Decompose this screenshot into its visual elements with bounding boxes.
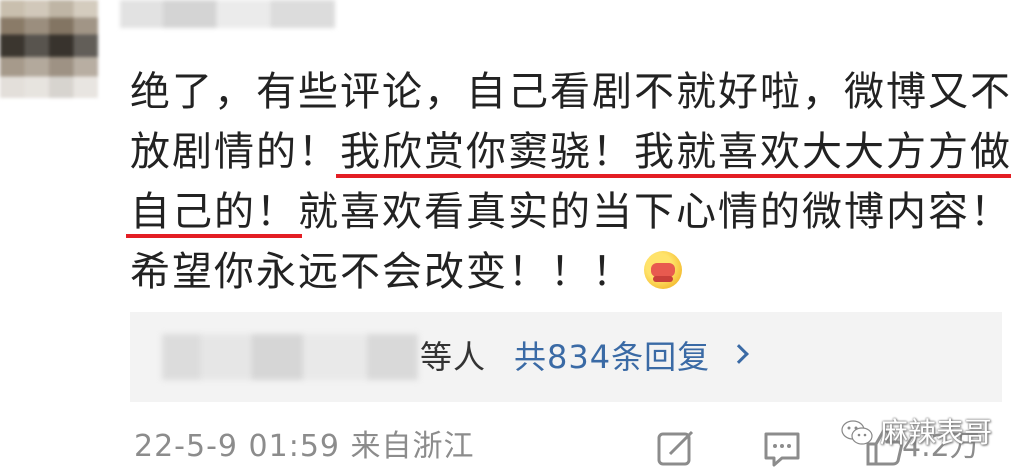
- location: 来自浙江: [350, 429, 475, 464]
- comment-line-3: 自己的！就喜欢看真实的当下心情的微博内容！: [126, 182, 1011, 242]
- comment-line-4: 希望你永远不会改变！！！: [130, 242, 1010, 302]
- comment-text: 绝了，有些评论，自己看剧不就好啦，微博又不是 放剧情的！我欣赏你窦骁！我就喜欢大…: [126, 62, 1011, 302]
- comment-line-2-text: 放剧情的！: [130, 129, 340, 175]
- wechat-icon: [841, 420, 873, 445]
- comment-meta: 22-5-9 01:59 来自浙江: [134, 424, 475, 470]
- repost-icon[interactable]: [656, 430, 696, 468]
- comment-line-2: 放剧情的！我欣赏你窦骁！我就喜欢大大方方做: [130, 122, 1011, 182]
- comment-line-3-text: 就喜欢看真实的当下心情的微博内容！: [298, 189, 1011, 235]
- comment-card: 绝了，有些评论，自己看剧不就好啦，微博又不是 放剧情的！我欣赏你窦骁！我就喜欢大…: [0, 0, 1011, 473]
- watermark-text: 麻辣表哥: [880, 416, 993, 449]
- reply-suffix-label: 等人: [420, 338, 487, 376]
- highlighted-text: 我欣赏你窦骁！我就喜欢大大方方做: [336, 122, 1011, 182]
- watermark: 麻辣表哥: [840, 416, 992, 450]
- comment-line-4-text: 希望你永远不会改变！！！: [130, 249, 634, 295]
- comment-icon[interactable]: [762, 430, 802, 468]
- timestamp: 22-5-9 01:59: [134, 429, 340, 464]
- highlighted-text: 自己的！: [126, 182, 302, 242]
- username-blurred[interactable]: [120, 0, 335, 28]
- reply-count-link[interactable]: 共834条回复: [514, 334, 710, 380]
- reply-usernames-blurred: [162, 334, 418, 380]
- comment-line-1: 绝了，有些评论，自己看剧不就好啦，微博又不是: [130, 69, 1011, 115]
- avatar[interactable]: [0, 0, 98, 98]
- hugging-face-emoji-icon: [644, 251, 682, 289]
